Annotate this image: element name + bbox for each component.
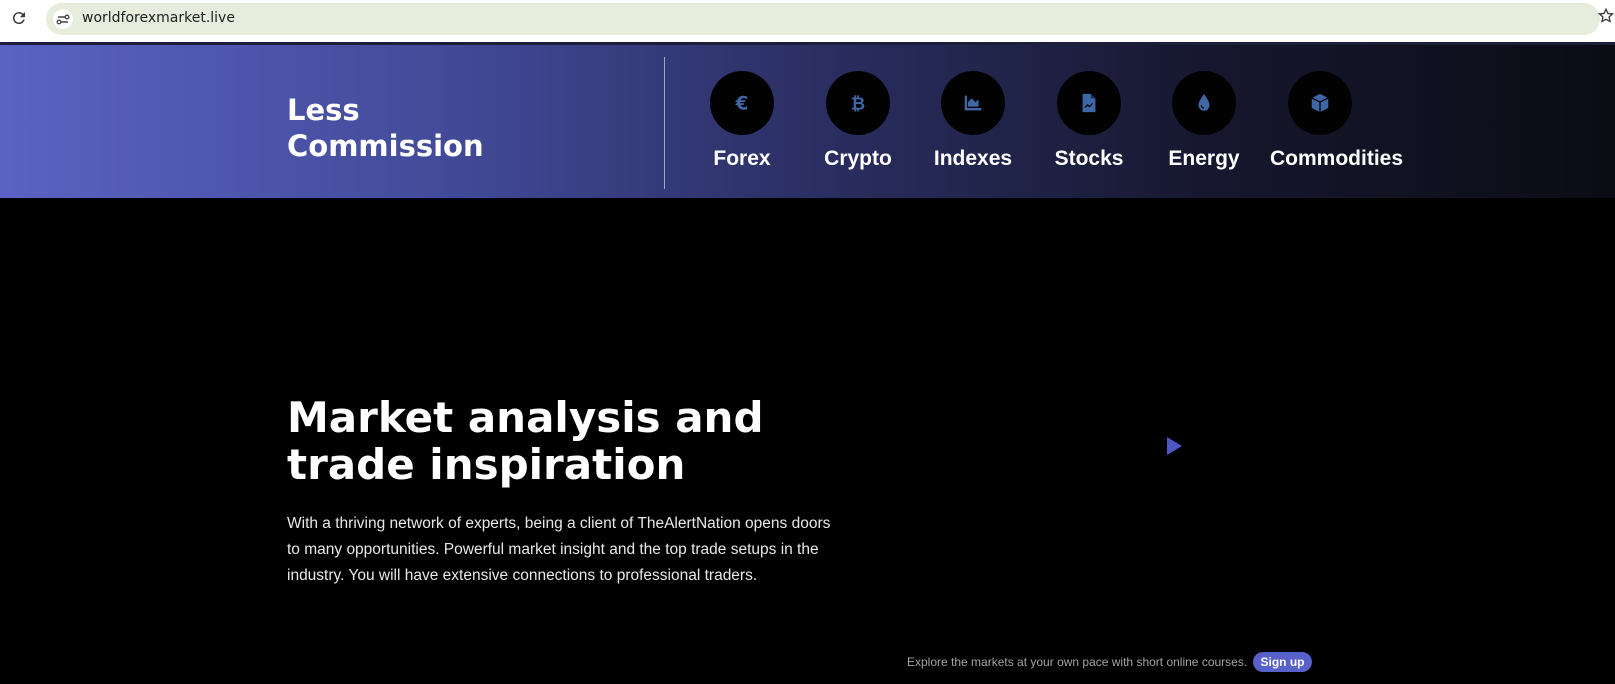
euro-icon: € bbox=[710, 71, 774, 135]
market-commodities[interactable]: Commodities bbox=[1255, 71, 1403, 191]
reload-icon[interactable] bbox=[10, 9, 28, 27]
area-chart-icon bbox=[941, 71, 1005, 135]
bitcoin-icon: ₿ bbox=[826, 71, 890, 135]
bookmark-star-icon[interactable] bbox=[1597, 7, 1615, 25]
market-label: Commodities bbox=[1270, 147, 1404, 170]
market-forex[interactable]: € Forex bbox=[677, 71, 807, 191]
svg-text:€: € bbox=[735, 93, 749, 114]
hero-description: With a thriving network of experts, bein… bbox=[287, 515, 831, 584]
header-band: Less Commission € Forex ₿ Crypto Indexes… bbox=[0, 45, 1615, 198]
play-icon[interactable] bbox=[1167, 437, 1182, 455]
market-label: Crypto bbox=[824, 147, 892, 170]
market-label: Forex bbox=[713, 147, 771, 170]
band-divider bbox=[664, 57, 665, 189]
market-indexes[interactable]: Indexes bbox=[908, 71, 1038, 191]
site-info-icon[interactable] bbox=[53, 9, 73, 29]
market-label: Stocks bbox=[1054, 147, 1124, 170]
market-stocks[interactable]: Stocks bbox=[1024, 71, 1154, 191]
browser-toolbar: worldforexmarket.live bbox=[0, 0, 1615, 42]
market-energy[interactable]: Energy bbox=[1139, 71, 1269, 191]
market-label: Indexes bbox=[933, 147, 1013, 170]
url-text[interactable]: worldforexmarket.live bbox=[82, 10, 235, 26]
band-title: Less Commission bbox=[287, 93, 484, 163]
market-label: Energy bbox=[1168, 147, 1240, 170]
hero-title: Market analysis and trade inspiration bbox=[287, 393, 764, 489]
drop-icon bbox=[1172, 71, 1236, 135]
courses-note: Explore the markets at your own pace wit… bbox=[907, 655, 1248, 669]
document-chart-icon bbox=[1057, 71, 1121, 135]
market-crypto[interactable]: ₿ Crypto bbox=[793, 71, 923, 191]
address-bar[interactable]: worldforexmarket.live bbox=[46, 3, 1600, 35]
svg-text:₿: ₿ bbox=[851, 94, 865, 114]
sign-up-button[interactable]: Sign up bbox=[1253, 652, 1312, 672]
cube-icon bbox=[1288, 71, 1352, 135]
